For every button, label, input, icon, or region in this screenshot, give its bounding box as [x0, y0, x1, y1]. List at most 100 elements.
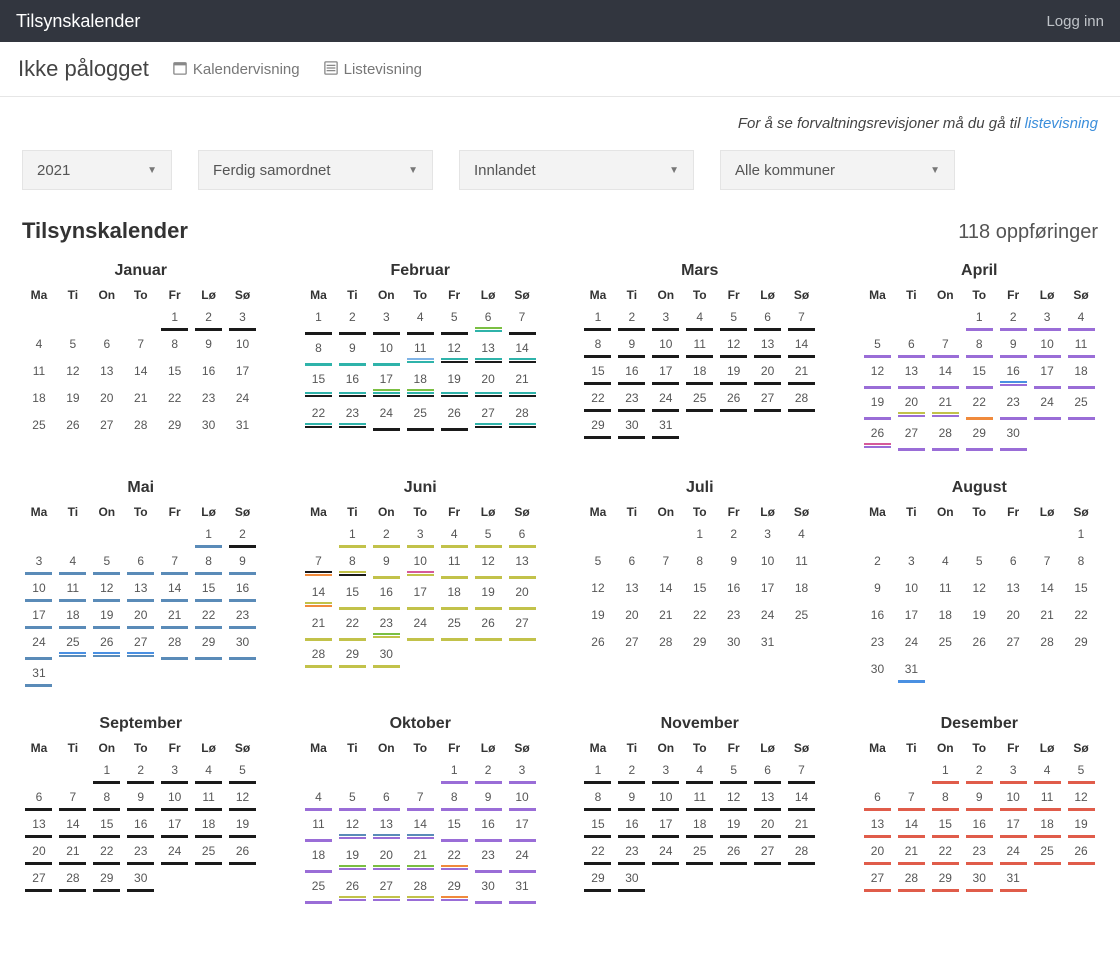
day-cell[interactable]: 5 [475, 521, 502, 548]
day-cell[interactable]: 24 [407, 610, 434, 641]
day-cell[interactable]: 15 [584, 358, 611, 385]
day-cell[interactable]: 12 [441, 335, 468, 366]
day-cell[interactable]: 25 [788, 602, 815, 629]
day-cell[interactable]: 9 [720, 548, 747, 575]
day-cell[interactable]: 2 [966, 757, 993, 784]
day-cell[interactable]: 26 [720, 385, 747, 412]
day-cell[interactable]: 10 [898, 575, 925, 602]
day-cell[interactable]: 4 [195, 757, 222, 784]
day-cell[interactable]: 11 [305, 811, 332, 842]
day-cell[interactable]: 4 [305, 784, 332, 811]
day-cell[interactable]: 9 [339, 335, 366, 366]
day-cell[interactable]: 18 [686, 358, 713, 385]
day-cell[interactable]: 7 [652, 548, 679, 575]
day-cell[interactable]: 13 [509, 548, 536, 579]
day-cell[interactable]: 7 [305, 548, 332, 579]
day-cell[interactable]: 6 [618, 548, 645, 575]
day-cell[interactable]: 17 [229, 358, 256, 385]
day-cell[interactable]: 24 [652, 838, 679, 865]
day-cell[interactable]: 13 [898, 358, 925, 389]
day-cell[interactable]: 2 [373, 521, 400, 548]
day-cell[interactable]: 11 [1034, 784, 1061, 811]
day-cell[interactable]: 21 [59, 838, 86, 865]
day-cell[interactable]: 5 [966, 548, 993, 575]
day-cell[interactable]: 22 [161, 385, 188, 412]
day-cell[interactable]: 24 [754, 602, 781, 629]
day-cell[interactable]: 10 [373, 335, 400, 366]
day-cell[interactable]: 3 [509, 757, 536, 784]
calendar-view-link[interactable]: Kalendervisning [173, 61, 300, 78]
day-cell[interactable]: 4 [25, 331, 52, 358]
day-cell[interactable]: 31 [754, 629, 781, 656]
day-cell[interactable]: 23 [864, 629, 891, 656]
day-cell[interactable]: 9 [966, 784, 993, 811]
day-cell[interactable]: 16 [618, 358, 645, 385]
day-cell[interactable]: 10 [1034, 331, 1061, 358]
day-cell[interactable]: 7 [1034, 548, 1061, 575]
day-cell[interactable]: 19 [229, 811, 256, 838]
day-cell[interactable]: 27 [618, 629, 645, 656]
day-cell[interactable]: 19 [864, 389, 891, 420]
day-cell[interactable]: 19 [1068, 811, 1095, 838]
day-cell[interactable]: 9 [229, 548, 256, 575]
day-cell[interactable]: 5 [584, 548, 611, 575]
day-cell[interactable]: 25 [195, 838, 222, 865]
day-cell[interactable]: 31 [25, 660, 52, 687]
day-cell[interactable]: 26 [966, 629, 993, 656]
day-cell[interactable]: 25 [1068, 389, 1095, 420]
day-cell[interactable]: 8 [195, 548, 222, 575]
day-cell[interactable]: 31 [898, 656, 925, 683]
day-cell[interactable]: 3 [898, 548, 925, 575]
day-cell[interactable]: 7 [127, 331, 154, 358]
day-cell[interactable]: 4 [686, 757, 713, 784]
day-cell[interactable]: 4 [1034, 757, 1061, 784]
day-cell[interactable]: 30 [720, 629, 747, 656]
day-cell[interactable]: 30 [373, 641, 400, 668]
day-cell[interactable]: 6 [127, 548, 154, 575]
day-cell[interactable]: 29 [93, 865, 120, 892]
day-cell[interactable]: 19 [475, 579, 502, 610]
day-cell[interactable]: 10 [161, 784, 188, 811]
day-cell[interactable]: 22 [339, 610, 366, 641]
day-cell[interactable]: 26 [475, 610, 502, 641]
day-cell[interactable]: 25 [1034, 838, 1061, 865]
day-cell[interactable]: 26 [339, 873, 366, 904]
day-cell[interactable]: 15 [93, 811, 120, 838]
day-cell[interactable]: 9 [618, 331, 645, 358]
day-cell[interactable]: 15 [339, 579, 366, 610]
day-cell[interactable]: 18 [25, 385, 52, 412]
day-cell[interactable]: 1 [932, 757, 959, 784]
day-cell[interactable]: 1 [584, 304, 611, 331]
day-cell[interactable]: 17 [25, 602, 52, 629]
day-cell[interactable]: 18 [441, 579, 468, 610]
day-cell[interactable]: 14 [652, 575, 679, 602]
day-cell[interactable]: 14 [161, 575, 188, 602]
day-cell[interactable]: 13 [93, 358, 120, 385]
day-cell[interactable]: 10 [229, 331, 256, 358]
day-cell[interactable]: 13 [373, 811, 400, 842]
day-cell[interactable]: 11 [932, 575, 959, 602]
day-cell[interactable]: 31 [229, 412, 256, 439]
day-cell[interactable]: 20 [618, 602, 645, 629]
day-cell[interactable]: 26 [441, 400, 468, 431]
day-cell[interactable]: 7 [788, 757, 815, 784]
list-view-link[interactable]: Listevisning [324, 61, 422, 78]
day-cell[interactable]: 1 [441, 757, 468, 784]
day-cell[interactable]: 3 [1034, 304, 1061, 331]
day-cell[interactable]: 25 [932, 629, 959, 656]
day-cell[interactable]: 11 [1068, 331, 1095, 358]
day-cell[interactable]: 20 [754, 358, 781, 385]
day-cell[interactable]: 16 [618, 811, 645, 838]
day-cell[interactable]: 12 [59, 358, 86, 385]
day-cell[interactable]: 14 [788, 331, 815, 358]
day-cell[interactable]: 30 [618, 412, 645, 439]
day-cell[interactable]: 19 [584, 602, 611, 629]
day-cell[interactable]: 8 [305, 335, 332, 366]
day-cell[interactable]: 10 [25, 575, 52, 602]
day-cell[interactable]: 21 [932, 389, 959, 420]
day-cell[interactable]: 16 [475, 811, 502, 842]
day-cell[interactable]: 23 [475, 842, 502, 873]
day-cell[interactable]: 28 [127, 412, 154, 439]
day-cell[interactable]: 28 [407, 873, 434, 904]
day-cell[interactable]: 4 [1068, 304, 1095, 331]
